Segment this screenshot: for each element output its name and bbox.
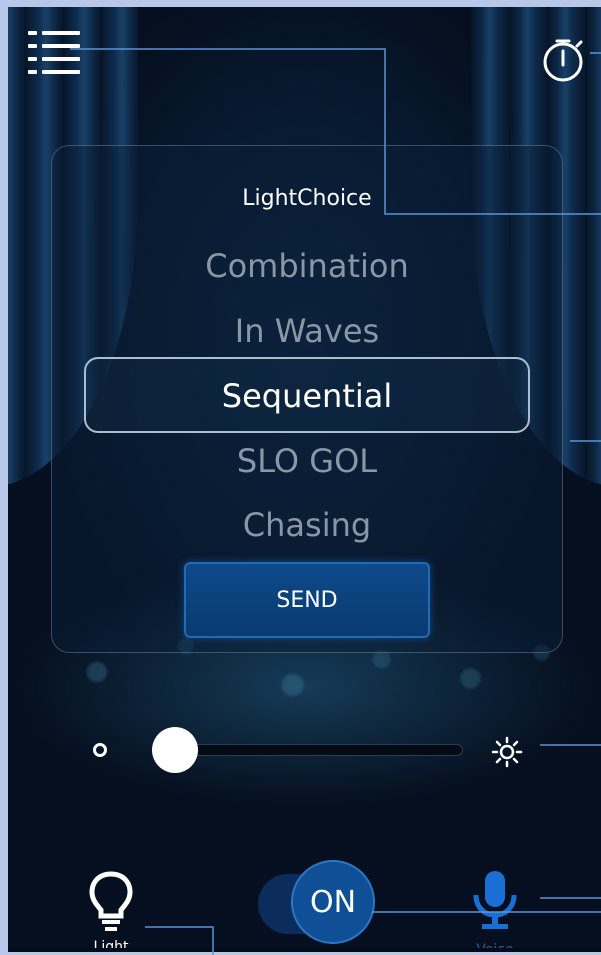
send-button[interactable]: SEND — [184, 562, 430, 638]
option-sequential[interactable]: Sequential — [52, 377, 562, 415]
option-slo-gol[interactable]: SLO GOL — [52, 442, 562, 480]
option-combination[interactable]: Combination — [52, 247, 562, 285]
app-screen: LightChoice Combination In Waves Sequent… — [8, 7, 601, 952]
option-in-waves[interactable]: In Waves — [52, 312, 562, 350]
panel-title: LightChoice — [242, 186, 372, 211]
menu-list-icon[interactable] — [28, 31, 80, 81]
power-toggle-knob[interactable]: ON — [291, 860, 375, 944]
power-toggle[interactable]: ON — [258, 860, 378, 948]
brightness-slider-thumb[interactable] — [151, 727, 198, 773]
brightness-slider-track[interactable] — [153, 744, 463, 756]
option-chasing[interactable]: Chasing — [52, 506, 562, 544]
brightness-high-icon — [491, 736, 523, 768]
stopwatch-icon[interactable] — [542, 37, 588, 83]
microphone-icon[interactable] — [470, 867, 520, 935]
light-bulb-icon[interactable] — [88, 870, 134, 934]
brightness-low-icon — [92, 742, 108, 758]
bottom-edge — [8, 948, 601, 952]
light-choice-panel: LightChoice Combination In Waves Sequent… — [51, 145, 563, 653]
